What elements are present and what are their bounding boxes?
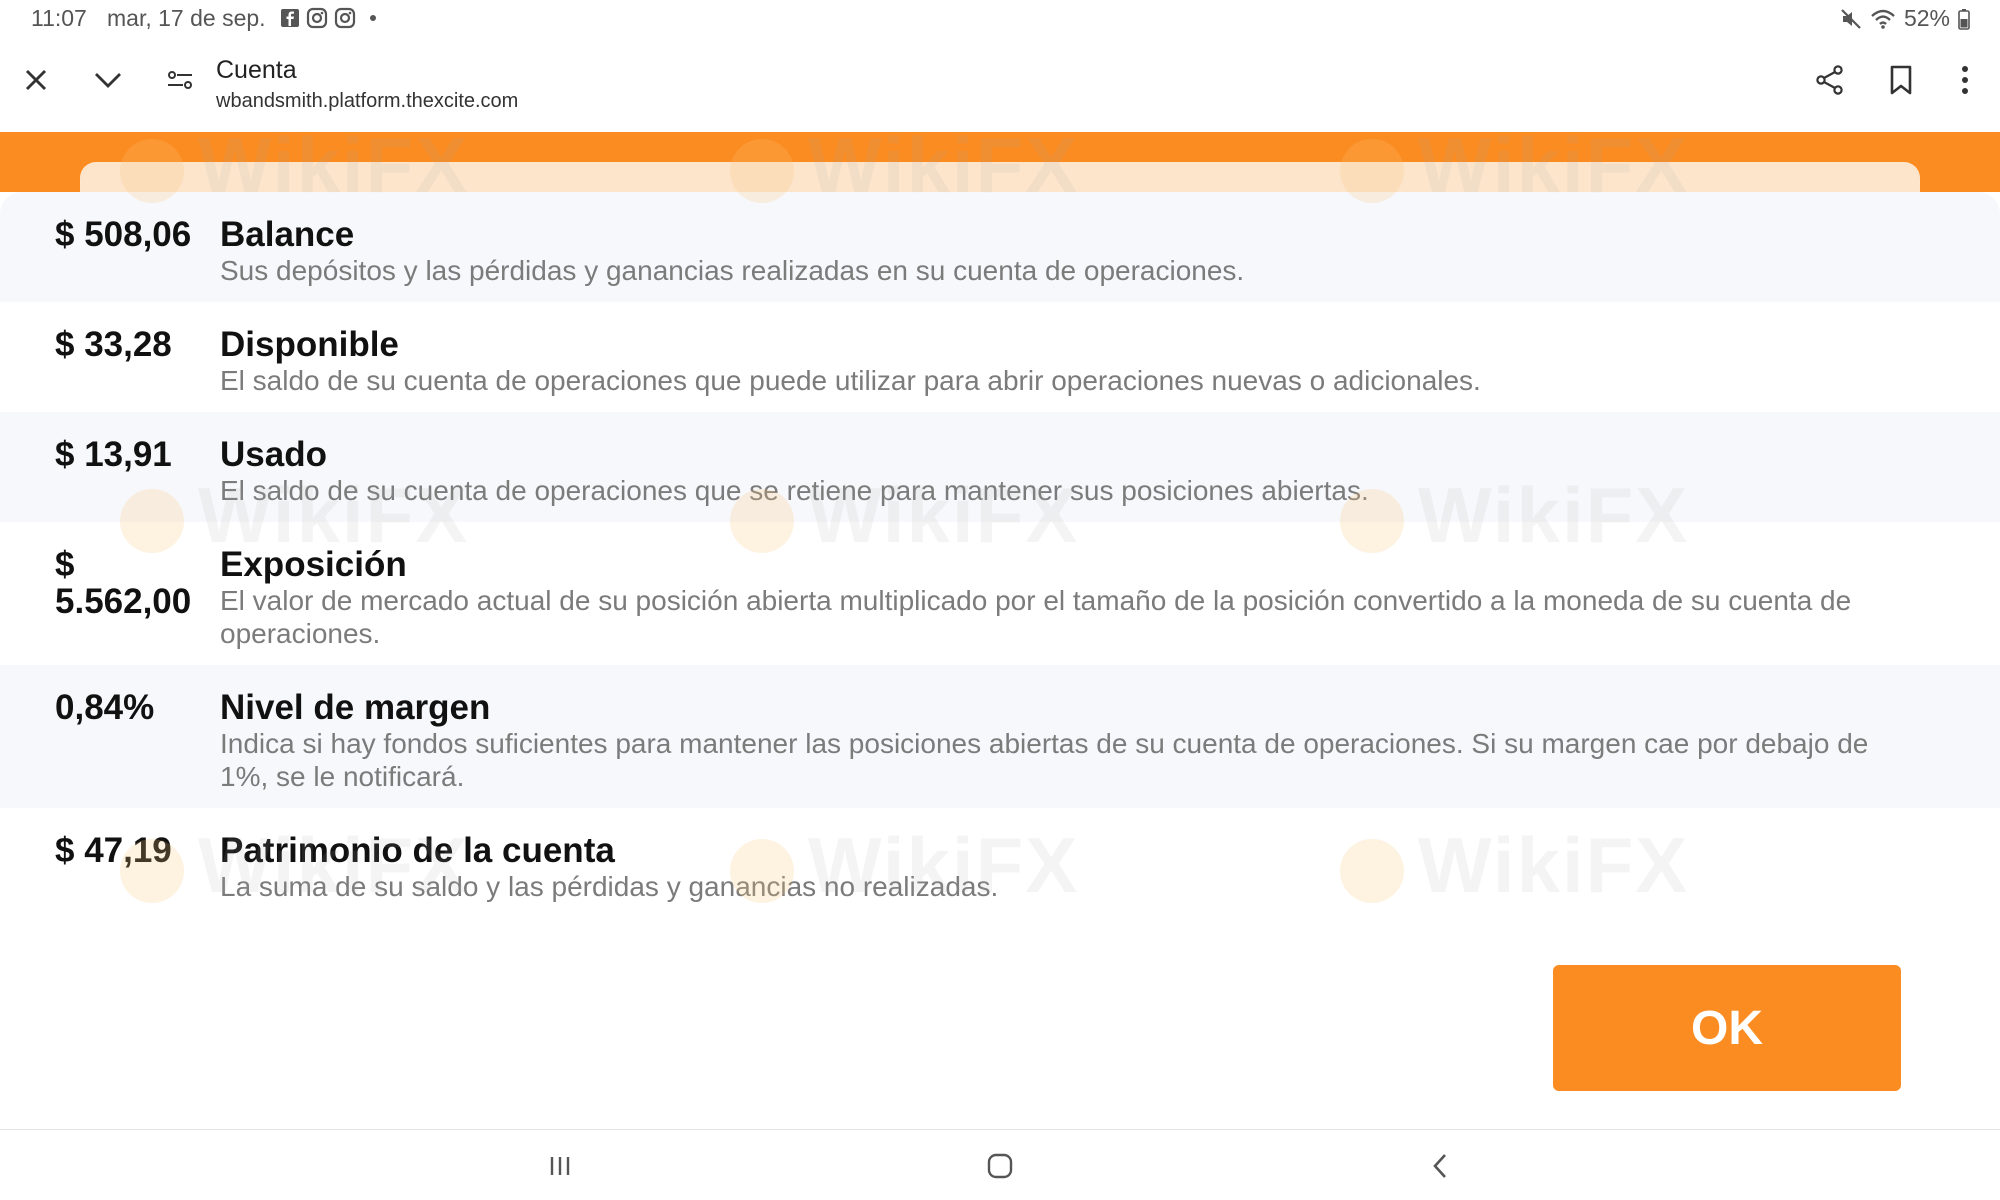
wifi-icon [1871,9,1895,29]
exposure-value: $ 5.562,00 [55,545,192,621]
equity-title: Patrimonio de la cuenta [220,831,615,870]
back-icon [1433,1154,1446,1178]
home-button[interactable] [980,1148,1020,1184]
battery-level: 52% [1903,5,1950,31]
share-button[interactable] [1810,60,1850,100]
more-notifications-dot [370,15,376,21]
back-button[interactable] [1420,1148,1460,1184]
system-navigation-bar [0,1129,2000,1200]
equity-description: La suma de su saldo y las pérdidas y gan… [220,871,999,902]
instagram-icon [334,7,356,29]
page-url[interactable]: wbandsmith.platform.thexcite.com [216,90,518,113]
used-title: Usado [220,435,327,474]
balance-value: $ 508,06 [55,215,192,254]
margin-level-description: Indica si hay fondos suficientes para ma… [220,728,1869,792]
status-time: 11:07 [31,5,87,31]
available-value: $ 33,28 [55,325,172,364]
instagram-icon [306,7,328,29]
home-icon [987,1153,1013,1179]
bookmark-icon [1890,65,1912,95]
balance-description: Sus depósitos y las pérdidas y ganancias… [220,255,1245,286]
status-date: mar, 17 de sep. [107,5,266,31]
chevron-down-icon [95,73,121,88]
more-options-button[interactable] [1945,60,1985,100]
bookmark-button[interactable] [1881,60,1921,100]
used-description: El saldo de su cuenta de operaciones que… [220,475,1369,506]
minimize-button[interactable] [88,60,128,100]
system-icons: 52% [1840,5,1970,32]
used-value: $ 13,91 [55,435,172,474]
account-row-margin-level: 0,84% Nivel de margen Indica si hay fond… [0,665,2000,808]
account-row-equity: $ 47,19 Patrimonio de la cuenta La suma … [0,808,2000,918]
screen: 11:07 mar, 17 de sep. 52% Cuenta wbandsm… [0,0,2000,1200]
account-row-balance: $ 508,06 Balance Sus depósitos y las pér… [0,192,2000,302]
close-icon [26,70,46,90]
account-row-used: $ 13,91 Usado El saldo de su cuenta de o… [0,412,2000,522]
facebook-icon [281,9,299,27]
account-row-exposure: $ 5.562,00 Exposición El valor de mercad… [0,522,2000,665]
notification-icons [280,7,376,29]
balance-title: Balance [220,215,355,254]
more-vertical-icon [1962,66,1968,94]
close-button[interactable] [16,60,56,100]
available-title: Disponible [220,325,399,364]
browser-toolbar: Cuenta wbandsmith.platform.thexcite.com [0,36,2000,132]
site-settings-button[interactable] [160,60,200,100]
margin-level-title: Nivel de margen [220,688,491,727]
tune-icon [168,71,192,89]
status-bar: 11:07 mar, 17 de sep. 52% [0,0,2000,36]
ok-button[interactable]: OK [1553,965,1901,1091]
recent-apps-icon [550,1157,570,1175]
exposure-title: Exposición [220,545,407,584]
account-info-dialog: $ 508,06 Balance Sus depósitos y las pér… [0,192,2000,1130]
page-title: Cuenta [216,56,297,84]
battery-icon [1958,8,1970,30]
exposure-description: El valor de mercado actual de su posició… [220,585,1852,649]
mute-icon [1841,8,1861,29]
account-row-available: $ 33,28 Disponible El saldo de su cuenta… [0,302,2000,412]
available-description: El saldo de su cuenta de operaciones que… [220,365,1481,396]
margin-level-value: 0,84% [55,688,155,727]
recent-apps-button[interactable] [540,1148,580,1184]
equity-value: $ 47,19 [55,831,172,870]
share-icon [1816,65,1843,95]
